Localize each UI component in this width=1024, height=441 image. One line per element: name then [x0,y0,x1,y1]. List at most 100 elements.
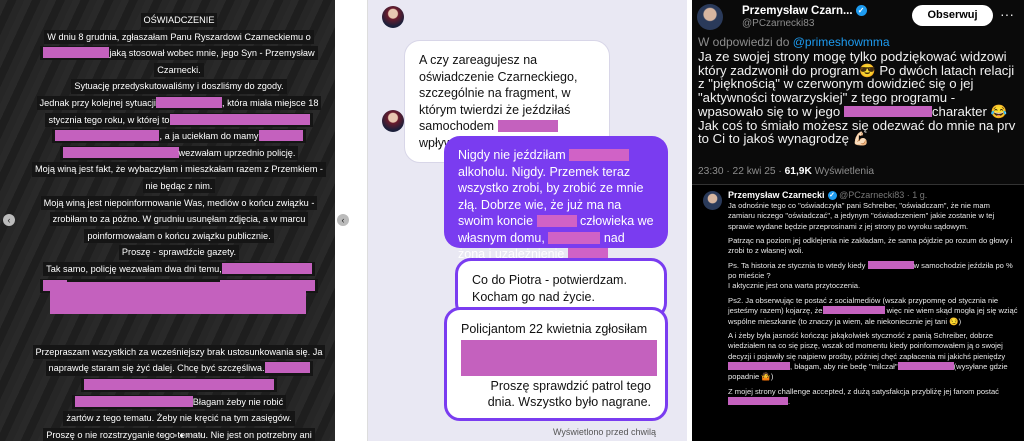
story-line-text: nie będąc z nim. [142,178,216,194]
post-paragraph: Ps2. Ja obserwując te postać z socialmed… [728,296,1018,327]
post-author-name[interactable]: Przemysław Czarnecki [728,190,825,200]
redaction-block [43,47,110,59]
story-text: wezwałam uprzednio policję. [178,145,296,161]
redaction-block [569,149,630,161]
message-text: Proszę sprawdzić patrol tego dnia. Wszys… [487,378,651,410]
message-text: Co do Piotra - potwierdzam. Kocham go na… [472,273,627,304]
redaction-block [74,395,193,407]
story-line: Proszę - sprawdźcie gazety. [45,245,313,260]
story-line-text: W dniu 8 grudnia, zgłaszałam Panu Ryszar… [44,29,314,44]
story-text: , a ja uciekłam do mamy [159,129,259,144]
story-line: Jednak przy kolejnej sytuacji , która mi… [36,95,322,111]
story-line: wezwałam uprzednio policję. [45,145,313,161]
chevron-left-icon[interactable]: ‹ [3,214,15,226]
story-line-text: naprawdę staram się żyć dalej. Chcę być … [45,361,313,376]
story-line-text: Błagam żeby nie robić [71,394,287,409]
story-line-text: Moją winą jest fakt, że wybaczyłam i mie… [32,162,326,177]
story-line: poinformowałam o końcu związku publiczni… [45,228,313,244]
story-panel: ‹ OŚWIADCZENIE W dniu 8 grudnia, zgłaszał… [0,0,335,441]
story-line: nie będąc z nim. [45,178,313,194]
story-line-text: , a ja uciekłam do mamy [52,129,306,144]
post-text: 😏) [949,316,962,326]
redaction-block [264,362,310,374]
story-line: jaką stosował wobec mnie, jego Syn - Prz… [40,46,318,61]
tweet-header: Przemysław Czarn... ✓ @PCzarnecki83 Obser… [692,0,1024,30]
story-line-text: Jednak przy kolejnej sytuacji , która mi… [36,95,322,111]
post-text: I aktycznie jest ona warta przytoczenia. [728,281,861,291]
story-line-text: zrobiłam to za późno. W grudniu usunęłam… [49,212,309,227]
message-text: Nigdy nie jeździłam [458,148,566,162]
chat-message-reply: Nigdy nie jeździłam alkoholu. Nigdy. Prz… [444,136,668,261]
post-text: bedę "milczał" [849,361,898,371]
story-line: Błagam żeby nie robić [45,394,313,409]
redaction-block [461,339,657,376]
story-line-text: Sytuację przedyskutowaliśmy i doszliśmy … [71,79,287,94]
tweet-meta: 23:30 · 22 kwi 25 · 61,9K Wyświetlenia [698,166,874,177]
redaction-block [867,260,914,269]
redaction-block [536,215,577,227]
story-text: naprawdę staram się żyć dalej. Chcę być … [48,361,265,376]
flexed-biceps-emoji: 💪🏻 [852,131,870,147]
post-text: , błagam, aby nie [790,361,848,371]
story-line: OŚWIADCZENIE [45,13,313,28]
redaction-block [497,120,558,132]
view-count: 61,9K [784,166,812,177]
story-line: , a ja uciekłam do mamy [45,129,313,144]
redaction-block [155,96,222,108]
story-line-text: jaką stosował wobec mnie, jego Syn - Prz… [40,46,318,61]
view-label: Wyświetlenia [811,166,875,177]
story-text: Błagam żeby nie robić [192,394,284,409]
story-line-text: OŚWIADCZENIE [140,13,218,28]
post-paragraph: Z mojej strony challenge accepted, z duż… [728,387,1018,408]
post-paragraph: Ps. Ta historia ze stycznia to wtedy kie… [728,260,1018,292]
redaction-block [50,282,306,314]
quoted-post[interactable]: Przemysław Czarnecki ✓ @PCzarnecki83 · 1 … [692,184,1024,441]
seen-status: Wyświetlono przed chwilą [553,427,656,437]
post-text: A i żeby była jasność kończąc jakąkolwie… [728,331,1006,361]
author-handle[interactable]: @PCzarnecki83 [742,18,814,29]
chevron-left-icon[interactable]: ‹ [337,214,349,226]
post-body: Ja odnośnie tego co "oświadczyła" pani S… [728,201,1018,411]
verified-badge-icon: ✓ [855,5,867,17]
story-line: żartów z tego tematu. Żeby nie kręcić na… [45,411,313,426]
story-line: zrobiłam to za późno. W grudniu usunęłam… [45,212,313,227]
post-paragraph: Patrząc na poziom jej odklejenia nie zak… [728,236,1013,256]
tweet-timestamp[interactable]: 23:30 · 22 kwi 25 · [698,166,785,177]
story-line: Sytuację przedyskutowaliśmy i doszliśmy … [45,79,313,94]
post-paragraph: A i żeby była jasność kończąc jakąkolwie… [728,331,1018,382]
post-text: 🤷) [761,372,774,382]
tweet-panel: Przemysław Czarn... ✓ @PCzarnecki83 Obser… [692,0,1024,441]
story-line: Przepraszam wszystkich za wcześniejszy b… [32,344,326,360]
redaction-block [822,306,885,315]
story-line: Moją winą jest niepoinformowanie Was, me… [40,195,318,210]
follow-button[interactable]: Obserwuj [912,5,993,26]
verified-badge-icon: ✓ [827,191,837,201]
story-line-text: żartów z tego tematu. Żeby nie kręcić na… [63,411,295,426]
post-paragraph: Ja odnośnie tego co "oświadczyła" pani S… [728,201,995,231]
message-text-wrap: Proszę sprawdzić patrol tego dnia. Wszys… [461,378,651,411]
reply-prefix: W odpowiedzi do [698,35,793,49]
avatar[interactable] [697,4,723,30]
author-name[interactable]: Przemysław Czarn... ✓ [742,5,867,17]
redaction-block [84,379,274,391]
tweet-text: Ja ze swojej strony mogę tylko podziękow… [698,50,1020,146]
story-line: W dniu 8 grudnia, zgłaszałam Panu Ryszar… [44,29,314,44]
post-author: Przemysław Czarnecki ✓ @PCzarnecki83 · 1 … [728,190,928,201]
redaction-block [221,262,312,274]
post-handle-time: @PCzarnecki83 · 1 g. [836,190,928,200]
story-line-text: Proszę - sprawdźcie gazety. [118,245,240,260]
reply-to-link[interactable]: @primeshowmma [793,35,890,49]
more-options-icon[interactable]: ··· [1000,6,1014,22]
redaction-block [728,396,788,405]
story-pagination[interactable] [156,434,201,437]
redaction-block [897,361,954,370]
message-text: Policjantom 22 kwietnia zgłosiłam [461,322,648,336]
story-line: Tak samo, policję wezwałam dwa dni temu, [43,261,315,277]
avatar [382,6,404,28]
redaction-block [548,231,601,244]
redaction-block [62,146,179,158]
avatar[interactable] [703,191,722,210]
story-line-text: Czarnecki. [154,62,204,78]
story-line [45,378,313,393]
redaction-block [258,130,303,142]
